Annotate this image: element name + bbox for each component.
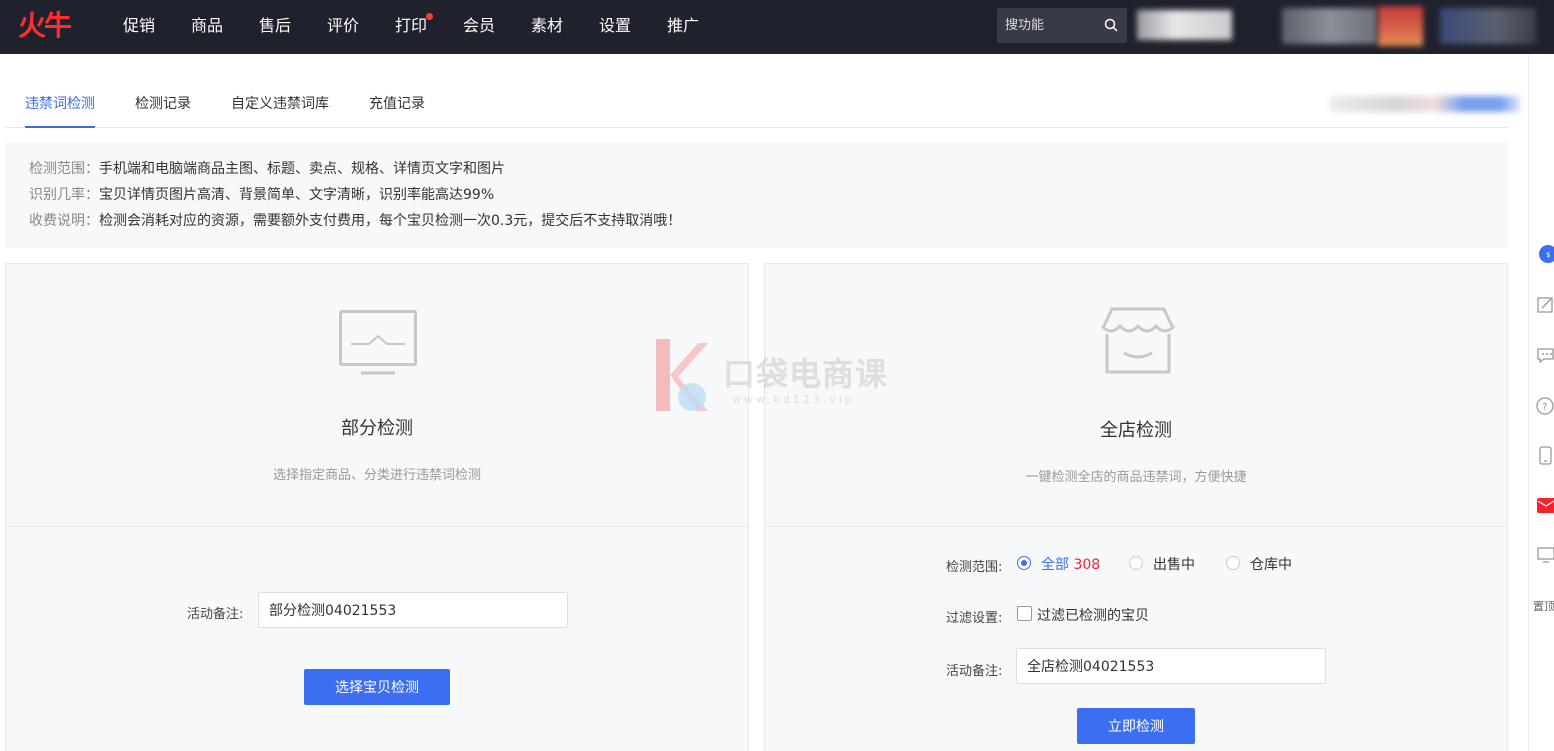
start-check-button[interactable]: 立即检测	[1077, 708, 1195, 744]
brand-logo[interactable]: 火牛	[18, 10, 72, 42]
scope-option-on-sale[interactable]: 出售中	[1153, 554, 1195, 574]
nav-item-settings[interactable]: 设置	[581, 0, 649, 54]
info-row-recognition-rate: 识别几率：宝贝详情页图片高清、背景简单、文字清晰，识别率能高达99%	[29, 182, 1508, 208]
watermark-text: 口袋电商课	[723, 355, 889, 393]
filter-settings-label: 过滤设置:	[946, 611, 1003, 626]
function-search	[997, 8, 1127, 43]
blurred-account-info[interactable]	[1282, 8, 1377, 44]
nav-label: 素材	[530, 16, 563, 35]
partial-check-header: 部分检测 选择指定商品、分类进行违禁词检测	[6, 264, 748, 527]
right-toolbar: $ ? 置顶	[1528, 54, 1554, 751]
partial-check-card: 部分检测 选择指定商品、分类进行违禁词检测 活动备注: 选择宝贝检测	[5, 263, 749, 751]
nav-label: 售后	[258, 16, 291, 35]
full-activity-note-input[interactable]	[1016, 648, 1326, 684]
nav-label: 打印	[394, 16, 427, 35]
partial-check-title: 部分检测	[341, 418, 413, 439]
scope-radio-all[interactable]	[1017, 556, 1031, 570]
monitor-icon	[339, 310, 417, 375]
help-icon[interactable]: ?	[1535, 396, 1554, 416]
nav-label: 评价	[326, 16, 359, 35]
nav-item-products[interactable]: 商品	[173, 0, 241, 54]
info-key: 收费说明：	[29, 213, 99, 229]
watermark-url: www.kd123.vip	[732, 393, 855, 406]
edit-icon[interactable]	[1535, 295, 1554, 315]
watermark-logo-icon	[656, 339, 708, 411]
filter-checked-items-label[interactable]: 过滤已检测的宝贝	[1037, 605, 1149, 625]
top-navigation-bar: 火牛 促销 商品 售后 评价 打印 会员 素材 设置 推广	[0, 0, 1554, 54]
mail-icon[interactable]	[1535, 495, 1554, 515]
info-value: 手机端和电脑端商品主图、标题、卖点、规格、详情页文字和图片	[99, 161, 505, 177]
full-store-check-desc: 一键检测全店的商品违禁词，方便快捷	[1025, 470, 1247, 485]
search-icon[interactable]	[1104, 18, 1118, 32]
select-items-check-button[interactable]: 选择宝贝检测	[304, 669, 450, 705]
partial-check-desc: 选择指定商品、分类进行违禁词检测	[272, 468, 481, 483]
blurred-balance-info[interactable]	[1330, 96, 1520, 112]
info-key: 识别几率：	[29, 187, 99, 203]
activity-note-label: 活动备注:	[187, 607, 244, 622]
info-panel: 检测范围：手机端和电脑端商品主图、标题、卖点、规格、详情页文字和图片 识别几率：…	[5, 142, 1508, 248]
nav-item-materials[interactable]: 素材	[513, 0, 581, 54]
store-icon	[1100, 307, 1176, 374]
blurred-store-name[interactable]	[1137, 10, 1232, 40]
main-nav: 促销 商品 售后 评价 打印 会员 素材 设置 推广	[105, 0, 717, 54]
info-row-check-scope: 检测范围：手机端和电脑端商品主图、标题、卖点、规格、详情页文字和图片	[29, 156, 1508, 182]
product-count: 308	[1073, 557, 1101, 573]
tab-bar: 违禁词检测 检测记录 自定义违禁词库 充值记录	[5, 82, 1508, 128]
nav-label: 会员	[462, 16, 495, 35]
scope-option-all[interactable]: 全部 308	[1041, 554, 1100, 574]
nav-item-marketing[interactable]: 推广	[649, 0, 717, 54]
tab-custom-word-library[interactable]: 自定义违禁词库	[231, 82, 329, 128]
activity-note-label: 活动备注:	[946, 664, 1003, 679]
scope-radio-warehouse[interactable]	[1226, 556, 1240, 570]
info-value: 宝贝详情页图片高清、背景简单、文字清晰，识别率能高达99%	[99, 187, 495, 203]
partial-activity-note-input[interactable]	[258, 592, 568, 628]
info-row-fee-note: 收费说明：检测会消耗对应的资源，需要额外支付费用，每个宝贝检测一次0.3元，提交…	[29, 208, 1508, 234]
check-scope-label: 检测范围:	[946, 560, 1003, 575]
nav-item-after-sales[interactable]: 售后	[241, 0, 309, 54]
nav-item-print[interactable]: 打印	[377, 0, 445, 54]
info-value: 检测会消耗对应的资源，需要额外支付费用，每个宝贝检测一次0.3元，提交后不支持取…	[99, 213, 682, 229]
nav-label: 商品	[190, 16, 223, 35]
search-input[interactable]	[997, 8, 1097, 43]
nav-label: 促销	[122, 16, 155, 35]
blurred-user-menu[interactable]	[1440, 8, 1536, 44]
filter-checked-items-checkbox[interactable]	[1017, 606, 1032, 621]
mobile-icon[interactable]	[1535, 445, 1554, 465]
nav-item-promotion[interactable]: 促销	[105, 0, 173, 54]
nav-item-members[interactable]: 会员	[445, 0, 513, 54]
scope-option-label: 全部	[1041, 557, 1069, 573]
scope-radio-on-sale[interactable]	[1129, 556, 1143, 570]
watermark: 口袋电商课 www.kd123.vip	[650, 335, 910, 415]
message-icon[interactable]	[1535, 345, 1554, 365]
blurred-avatar[interactable]	[1378, 6, 1423, 46]
tab-check-records[interactable]: 检测记录	[135, 82, 191, 128]
nav-item-reviews[interactable]: 评价	[309, 0, 377, 54]
full-store-check-title: 全店检测	[1100, 420, 1172, 441]
desktop-icon[interactable]	[1535, 545, 1554, 565]
notification-dot	[426, 13, 433, 20]
scope-option-warehouse[interactable]: 仓库中	[1250, 554, 1292, 574]
info-key: 检测范围：	[29, 161, 99, 177]
svg-text:$: $	[1546, 251, 1550, 259]
tab-recharge-records[interactable]: 充值记录	[369, 82, 425, 128]
tab-prohibited-word-check[interactable]: 违禁词检测	[25, 82, 95, 128]
nav-label: 设置	[598, 16, 631, 35]
customer-service-icon[interactable]: $	[1535, 244, 1554, 264]
nav-label: 推广	[666, 16, 699, 35]
svg-text:?: ?	[1542, 402, 1547, 413]
back-to-top-label[interactable]: 置顶	[1533, 598, 1554, 614]
